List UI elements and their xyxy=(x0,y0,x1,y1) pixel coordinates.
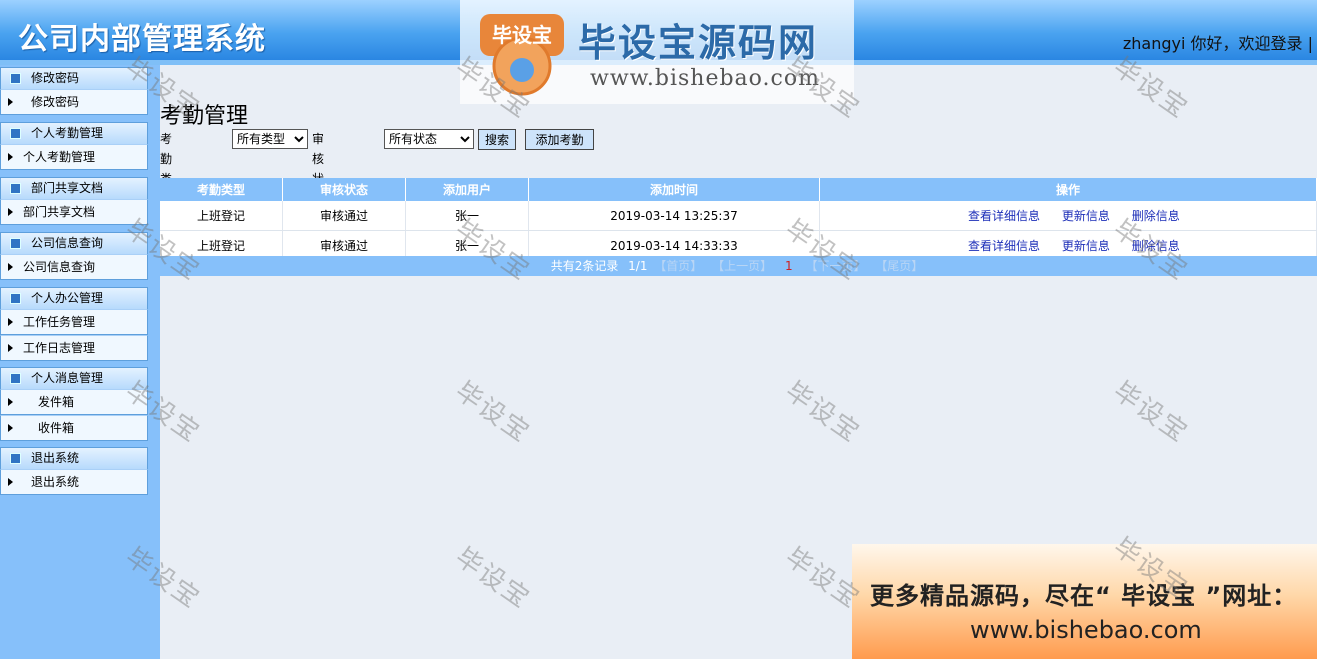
sidebar-item-label: 部门共享文档 xyxy=(23,205,96,219)
sidebar-item-label: 公司信息查询 xyxy=(23,260,96,274)
promo-line-1: 更多精品源码，尽在“ 毕设宝 ”网址： xyxy=(870,582,1298,610)
column-header-user: 添加用户 xyxy=(405,178,529,201)
menu-group-company-info: 公司信息查询 公司信息查询 xyxy=(0,232,148,280)
triangle-right-icon xyxy=(8,263,13,271)
sidebar-item-logout[interactable]: 退出系统 xyxy=(0,469,148,495)
sidebar: 修改密码 修改密码 个人考勤管理 个人考勤管理 部门共享文档 部门共享文档 公司… xyxy=(0,65,160,659)
cell-status: 审核通过 xyxy=(282,201,406,231)
cell-user: 张一 xyxy=(405,201,529,231)
sidebar-item-tasks[interactable]: 工作任务管理 xyxy=(0,309,148,335)
status-filter-select[interactable]: 所有状态 xyxy=(384,129,474,149)
add-attendance-button[interactable]: 添加考勤 xyxy=(525,129,594,150)
triangle-right-icon xyxy=(8,424,13,432)
sidebar-item-inbox[interactable]: 收件箱 xyxy=(0,415,148,441)
menu-group-documents: 部门共享文档 部门共享文档 xyxy=(0,177,148,225)
menu-group-messages: 个人消息管理 发件箱 收件箱 xyxy=(0,367,148,441)
menu-group-label: 部门共享文档 xyxy=(31,181,104,195)
triangle-right-icon xyxy=(8,344,13,352)
view-detail-link[interactable]: 查看详细信息 xyxy=(968,239,1040,253)
site-logo-watermark: 毕设宝 毕设宝源码网 www.bishebao.com xyxy=(460,0,854,104)
cell-type: 上班登记 xyxy=(160,201,283,231)
square-bullet-icon xyxy=(10,73,21,84)
column-header-ops: 操作 xyxy=(819,178,1317,201)
sidebar-item-outbox[interactable]: 发件箱 xyxy=(0,389,148,415)
cell-time: 2019-03-14 13:25:37 xyxy=(528,201,820,231)
sidebar-item-worklog[interactable]: 工作日志管理 xyxy=(0,335,148,361)
logo-badge-text: 毕设宝 xyxy=(492,23,552,47)
menu-group-label: 修改密码 xyxy=(31,71,80,85)
square-bullet-icon xyxy=(10,238,21,249)
triangle-right-icon xyxy=(8,478,13,486)
triangle-right-icon xyxy=(8,98,13,106)
column-header-time: 添加时间 xyxy=(528,178,820,201)
update-link[interactable]: 更新信息 xyxy=(1062,239,1110,253)
view-detail-link[interactable]: 查看详细信息 xyxy=(968,209,1040,223)
last-page-link[interactable]: 【尾页】 xyxy=(875,259,923,273)
search-button[interactable]: 搜索 xyxy=(478,129,516,150)
menu-group-password: 修改密码 修改密码 xyxy=(0,67,148,115)
menu-group-attendance: 个人考勤管理 个人考勤管理 xyxy=(0,122,148,170)
column-header-status: 审核状态 xyxy=(282,178,406,201)
menu-group-label: 退出系统 xyxy=(31,451,80,465)
delete-link[interactable]: 删除信息 xyxy=(1132,209,1180,223)
square-bullet-icon xyxy=(10,373,21,384)
sidebar-item-label: 工作日志管理 xyxy=(23,341,96,355)
sidebar-item-attendance[interactable]: 个人考勤管理 xyxy=(0,144,148,170)
menu-group-title[interactable]: 个人消息管理 xyxy=(0,367,148,389)
update-link[interactable]: 更新信息 xyxy=(1062,209,1110,223)
table-header-row: 考勤类型 审核状态 添加用户 添加时间 操作 xyxy=(160,178,1317,201)
menu-group-office: 个人办公管理 工作任务管理 工作日志管理 xyxy=(0,287,148,361)
first-page-link[interactable]: 【首页】 xyxy=(654,259,702,273)
next-page-link[interactable]: 【下一页】 xyxy=(805,259,865,273)
menu-group-title[interactable]: 退出系统 xyxy=(0,447,148,469)
current-page-number: 1 xyxy=(784,259,793,273)
sidebar-item-label: 工作任务管理 xyxy=(23,315,96,329)
sidebar-item-label: 收件箱 xyxy=(38,421,75,435)
menu-group-title[interactable]: 部门共享文档 xyxy=(0,177,148,199)
sidebar-item-label: 退出系统 xyxy=(31,475,80,489)
menu-group-title[interactable]: 修改密码 xyxy=(0,67,148,89)
sidebar-item-company-info[interactable]: 公司信息查询 xyxy=(0,254,148,280)
triangle-right-icon xyxy=(8,398,13,406)
sidebar-item-change-password[interactable]: 修改密码 xyxy=(0,89,148,115)
attendance-table: 考勤类型 审核状态 添加用户 添加时间 操作 上班登记 审核通过 张一 2019… xyxy=(160,178,1317,261)
delete-link[interactable]: 删除信息 xyxy=(1132,239,1180,253)
logo-name: 毕设宝源码网 xyxy=(578,21,819,65)
menu-group-exit: 退出系统 退出系统 xyxy=(0,447,148,495)
page-indicator: 1/1 xyxy=(628,259,648,273)
welcome-text: zhangyi 你好，欢迎登录 | xyxy=(1122,34,1313,53)
triangle-right-icon xyxy=(8,208,13,216)
square-bullet-icon xyxy=(10,453,21,464)
page-title: 考勤管理 xyxy=(160,104,249,129)
promo-line-2: www.bishebao.com xyxy=(970,616,1202,644)
sidebar-item-label: 修改密码 xyxy=(31,95,80,109)
type-filter-select[interactable]: 所有类型 xyxy=(232,129,308,149)
cell-ops: 查看详细信息 更新信息 删除信息 xyxy=(819,201,1317,231)
square-bullet-icon xyxy=(10,128,21,139)
pagination-bar: 共有2条记录 1/1 【首页】 【上一页】 1 【下一页】 【尾页】 xyxy=(160,256,1317,276)
menu-group-label: 个人办公管理 xyxy=(31,291,104,305)
square-bullet-icon xyxy=(10,293,21,304)
sidebar-item-label: 个人考勤管理 xyxy=(23,150,96,164)
menu-group-label: 个人消息管理 xyxy=(31,371,104,385)
triangle-right-icon xyxy=(8,153,13,161)
column-header-type: 考勤类型 xyxy=(160,178,283,201)
menu-group-title[interactable]: 个人办公管理 xyxy=(0,287,148,309)
triangle-right-icon xyxy=(8,318,13,326)
sidebar-item-label: 发件箱 xyxy=(38,395,75,409)
record-count: 共有2条记录 xyxy=(550,259,619,273)
menu-group-label: 公司信息查询 xyxy=(31,236,104,250)
logo-url: www.bishebao.com xyxy=(590,66,820,91)
prev-page-link[interactable]: 【上一页】 xyxy=(712,259,772,273)
menu-group-title[interactable]: 个人考勤管理 xyxy=(0,122,148,144)
sidebar-item-documents[interactable]: 部门共享文档 xyxy=(0,199,148,225)
logo-badge-icon: 毕设宝 xyxy=(480,14,564,96)
table-row: 上班登记 审核通过 张一 2019-03-14 13:25:37 查看详细信息 … xyxy=(160,201,1317,231)
menu-group-label: 个人考勤管理 xyxy=(31,126,104,140)
menu-group-title[interactable]: 公司信息查询 xyxy=(0,232,148,254)
square-bullet-icon xyxy=(10,183,21,194)
promo-banner: 更多精品源码，尽在“ 毕设宝 ”网址： www.bishebao.com xyxy=(852,544,1317,659)
app-title: 公司内部管理系统 xyxy=(18,22,266,57)
